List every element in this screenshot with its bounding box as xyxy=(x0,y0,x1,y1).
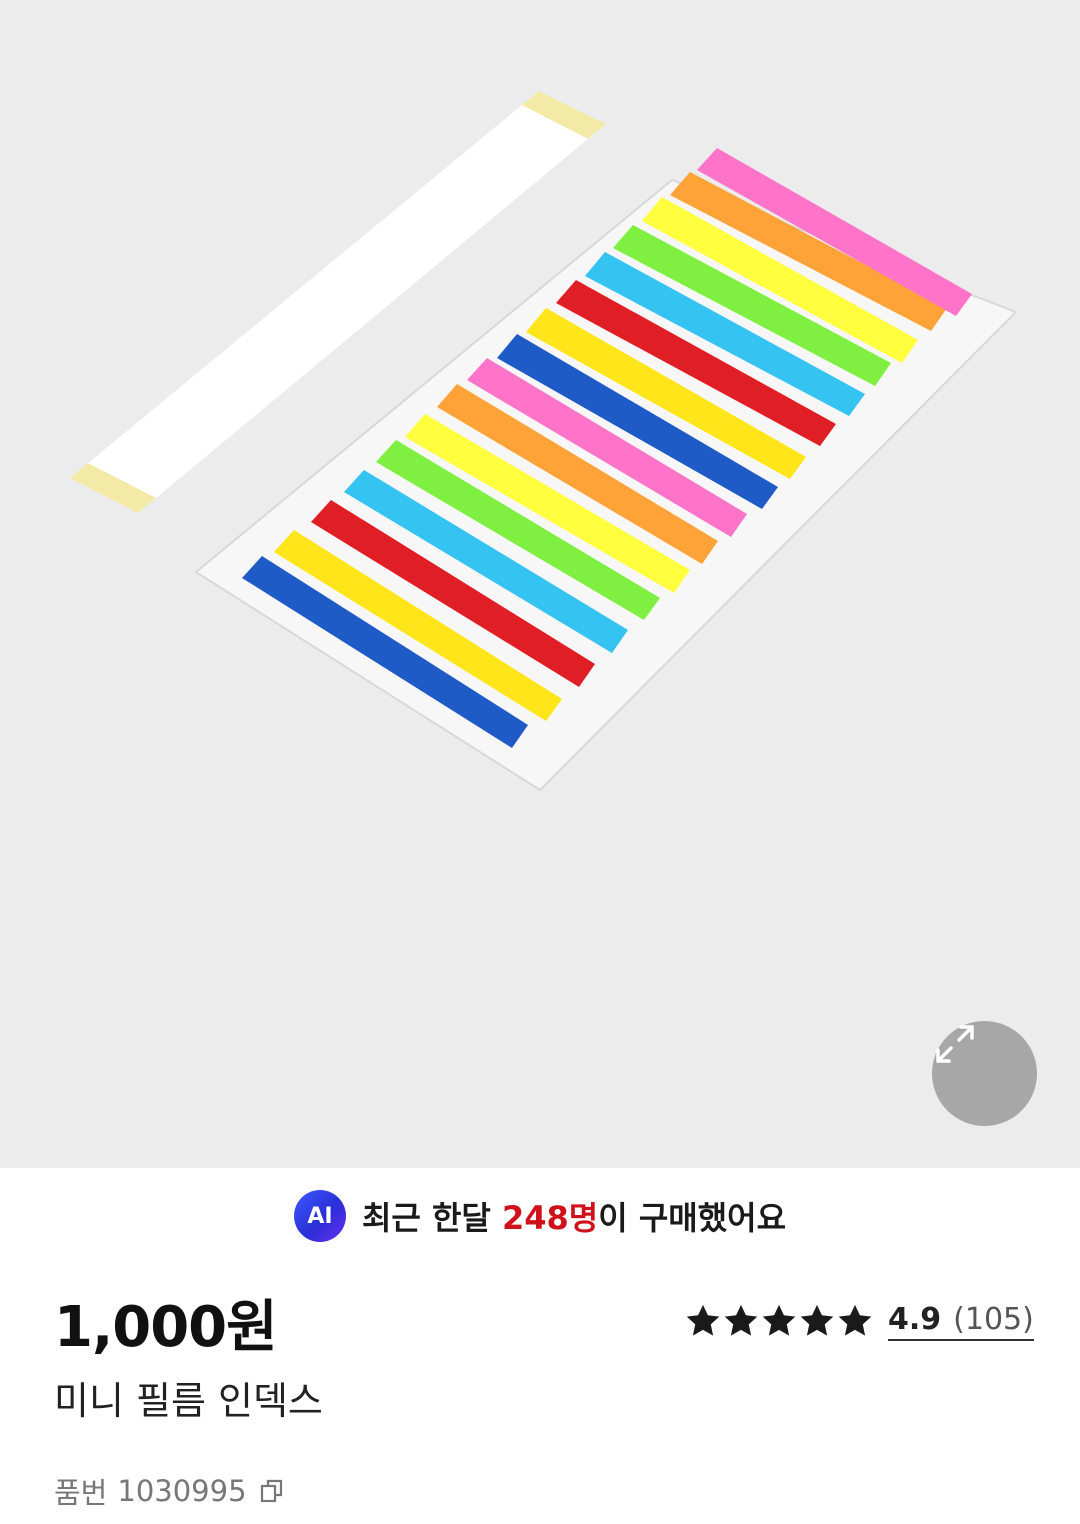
product-image xyxy=(70,91,1018,792)
expand-arrows-icon xyxy=(936,1025,974,1063)
product-price: 1,000원 xyxy=(54,1295,278,1360)
sku-label: 품번 xyxy=(54,1476,108,1510)
star-icon xyxy=(762,1304,796,1336)
product-image-area[interactable] xyxy=(0,0,1080,1168)
star-icon xyxy=(838,1304,872,1336)
rating-score: 4.9 xyxy=(888,1301,942,1337)
rating-summary[interactable]: 4.9 (105) xyxy=(684,1296,1034,1346)
ai-purchase-notice: AI 최근 한달 248명 이 구매했어요 xyxy=(0,1168,1080,1264)
ai-notice-prefix: 최근 한달 xyxy=(361,1199,502,1237)
copy-icon[interactable] xyxy=(259,1478,285,1504)
star-rating xyxy=(684,1302,874,1340)
reviews-link[interactable]: 4.9 (105) xyxy=(888,1302,1034,1341)
star-icon xyxy=(800,1304,834,1336)
sku-value: 1030995 xyxy=(117,1474,247,1508)
product-name: 미니 필름 인덱스 xyxy=(54,1379,323,1423)
expand-image-button[interactable] xyxy=(932,1021,1037,1126)
star-icon xyxy=(686,1304,720,1336)
ai-badge: AI xyxy=(293,1190,346,1242)
ai-notice-suffix: 이 구매했어요 xyxy=(598,1199,787,1237)
ai-notice-count: 248명 xyxy=(502,1199,599,1237)
star-icon xyxy=(724,1304,758,1336)
review-count: (105) xyxy=(953,1301,1034,1337)
product-sku: 품번 1030995 xyxy=(54,1470,285,1512)
